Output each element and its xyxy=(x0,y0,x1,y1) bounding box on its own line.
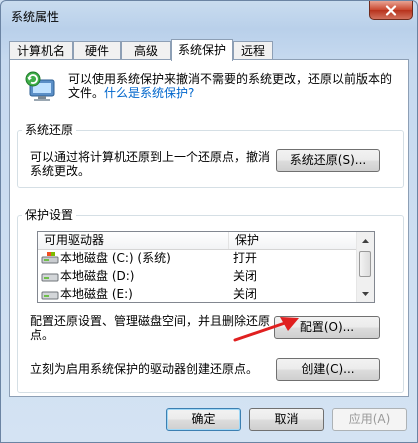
system-properties-window: 系统属性 计算机名 硬件 高级 系统保护 远程 可以使用系统保护来撤消不需要的系… xyxy=(0,0,418,443)
drive-row-d[interactable]: 本地磁盘 (D:) 关闭 xyxy=(38,267,356,285)
drive-protection-status: 关闭 xyxy=(233,287,258,301)
title-bar[interactable]: 系统属性 xyxy=(1,1,417,31)
annotation-arrow-icon xyxy=(233,317,299,342)
cancel-button[interactable]: 取消 xyxy=(249,408,324,431)
drive-name: 本地磁盘 (D:) xyxy=(60,269,135,283)
system-protection-icon xyxy=(25,71,55,101)
close-button[interactable] xyxy=(369,1,413,20)
window-title: 系统属性 xyxy=(11,10,60,24)
tab-computer-name[interactable]: 计算机名 xyxy=(9,41,73,60)
tab-advanced[interactable]: 高级 xyxy=(121,41,171,60)
create-description: 立刻为启用系统保护的驱动器创建还原点。 xyxy=(30,362,259,376)
system-restore-button[interactable]: 系统还原(S)... xyxy=(276,149,380,172)
create-button[interactable]: 创建(C)... xyxy=(276,358,380,381)
scroll-down-arrow[interactable] xyxy=(357,285,374,302)
tab-hardware[interactable]: 硬件 xyxy=(73,41,121,60)
system-protection-panel: 可以使用系统保护来撤消不需要的系统更改，还原以前版本的文件。什么是系统保护? 系… xyxy=(9,59,409,397)
drive-protection-status: 关闭 xyxy=(233,269,258,283)
tab-system-protection[interactable]: 系统保护 xyxy=(171,39,233,61)
what-is-system-protection-link[interactable]: 什么是系统保护? xyxy=(104,86,194,100)
drive-protection-status: 打开 xyxy=(233,251,258,265)
apply-button[interactable]: 应用(A) xyxy=(332,408,407,431)
scroll-up-arrow[interactable] xyxy=(357,232,374,249)
drive-row-e[interactable]: 本地磁盘 (E:) 关闭 xyxy=(38,285,356,302)
column-separator[interactable] xyxy=(228,232,229,249)
protection-settings-group-label: 保护设置 xyxy=(22,208,77,222)
drive-list-header: 可用驱动器 保护 xyxy=(38,232,374,250)
system-restore-group-label: 系统还原 xyxy=(22,123,77,137)
drive-row-c[interactable]: 本地磁盘 (C:) (系统) 打开 xyxy=(38,249,356,267)
drive-icon xyxy=(41,291,59,300)
drive-list-scrollbar[interactable] xyxy=(356,232,374,302)
system-drive-icon xyxy=(41,252,59,264)
triangle-up-icon xyxy=(362,238,369,243)
column-protection[interactable]: 保护 xyxy=(235,233,259,248)
ok-button[interactable]: 确定 xyxy=(166,408,241,431)
scroll-thumb[interactable] xyxy=(359,251,371,277)
drive-name: 本地磁盘 (E:) xyxy=(60,287,133,301)
drive-name: 本地磁盘 (C:) (系统) xyxy=(60,251,171,265)
intro-description: 可以使用系统保护来撤消不需要的系统更改，还原以前版本的文件。什么是系统保护? xyxy=(68,72,398,100)
close-icon xyxy=(385,4,397,16)
drive-list[interactable]: 可用驱动器 保护 本地磁盘 (C:) (系统) 打开 本地磁盘 (D:) 关闭 … xyxy=(37,231,375,303)
triangle-down-icon xyxy=(362,291,369,296)
drive-icon xyxy=(41,273,59,282)
tab-remote[interactable]: 远程 xyxy=(233,41,273,60)
column-available-drives[interactable]: 可用驱动器 xyxy=(44,233,104,248)
system-restore-description: 可以通过将计算机还原到上一个还原点，撤消系统更改。 xyxy=(30,150,271,178)
